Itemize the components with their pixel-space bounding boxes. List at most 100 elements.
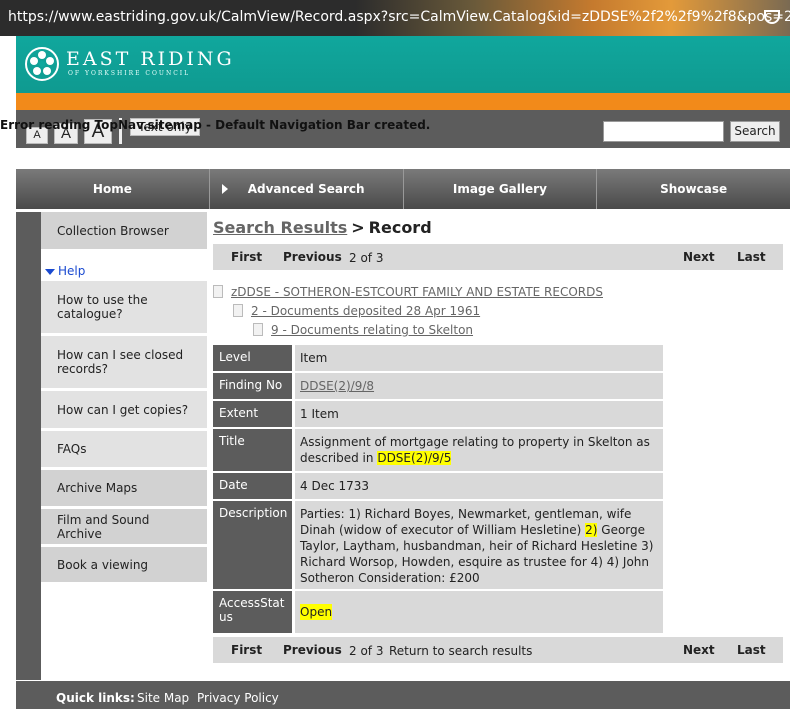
pager-count: 2 of 3 <box>349 644 384 658</box>
field-value: Parties: 1) Richard Boyes, Newmarket, ge… <box>295 501 663 589</box>
pager-first[interactable]: First <box>231 250 262 264</box>
sidebar: Collection Browser Help How to use the c… <box>41 212 207 585</box>
tree-item[interactable]: 2 - Documents deposited 28 Apr 1961 <box>213 301 783 320</box>
sidebar-item-how-to-use[interactable]: How to use the catalogue? <box>41 281 207 336</box>
record-row-level: Level Item <box>213 345 663 371</box>
url-text[interactable]: https://www.eastriding.gov.uk/CalmView/R… <box>8 9 790 25</box>
browser-url-bar[interactable]: https://www.eastriding.gov.uk/CalmView/R… <box>0 0 790 36</box>
nav-home[interactable]: Home <box>16 169 210 209</box>
site-subtitle: OF YORKSHIRE COUNCIL <box>68 70 191 77</box>
tree-link[interactable]: zDDSE - SOTHERON-ESTCOURT FAMILY AND EST… <box>231 285 603 299</box>
sidebar-item-label: Book a viewing <box>57 557 149 572</box>
footer-privacy-link[interactable]: Privacy Policy <box>197 691 279 705</box>
record-row-access-status: AccessStatus Open <box>213 591 663 633</box>
sidebar-item-film-sound[interactable]: Film and Sound Archive <box>41 509 207 547</box>
record-details: Level Item Finding No DDSE(2)/9/8 Extent… <box>213 345 663 635</box>
description-highlight: 2) <box>585 523 598 537</box>
field-value: Item <box>295 345 663 371</box>
footer-site-map-link[interactable]: Site Map <box>137 691 189 705</box>
field-label: Level <box>213 345 292 371</box>
sidebar-item-help[interactable]: Help <box>41 252 207 278</box>
breadcrumb-current: Record <box>368 218 432 237</box>
field-value: DDSE(2)/9/8 <box>295 373 663 399</box>
breadcrumb: Search Results > Record <box>213 212 783 244</box>
field-label: Extent <box>213 401 292 427</box>
tree-item[interactable]: zDDSE - SOTHERON-ESTCOURT FAMILY AND EST… <box>213 282 783 301</box>
field-label: AccessStatus <box>213 591 292 633</box>
sidebar-item-collection-browser[interactable]: Collection Browser <box>41 212 207 252</box>
document-icon <box>253 323 263 336</box>
error-message: Error reading TopNav.sitemap - Default N… <box>0 118 431 132</box>
pager-first[interactable]: First <box>231 643 262 657</box>
pager-next[interactable]: Next <box>683 250 715 264</box>
search-button[interactable]: Search <box>730 121 780 142</box>
sidebar-item-label: FAQs <box>57 442 87 456</box>
orange-stripe <box>16 93 790 110</box>
site-banner: EAST RIDING OF YORKSHIRE COUNCIL <box>16 36 790 93</box>
description-text-a: Parties: 1) Richard Boyes, Newmarket, ge… <box>300 507 632 537</box>
nav-showcase-label: Showcase <box>660 182 728 196</box>
main-content: Search Results > Record First Previous 2 o… <box>213 212 783 663</box>
sidebar-item-label: Archive Maps <box>57 481 138 495</box>
sidebar-item-label: How can I see closed records? <box>57 348 184 376</box>
field-value: Open <box>295 591 663 633</box>
top-navigation: Home Advanced Search Image Gallery Showc… <box>16 169 790 209</box>
pager-count: 2 of 3 <box>349 251 384 265</box>
sidebar-item-faqs[interactable]: FAQs <box>41 431 207 470</box>
sidebar-item-label: Help <box>58 264 86 278</box>
pager-last[interactable]: Last <box>737 250 766 264</box>
hierarchy-tree: zDDSE - SOTHERON-ESTCOURT FAMILY AND EST… <box>213 270 783 339</box>
field-value: 4 Dec 1733 <box>295 473 663 499</box>
quick-links-label: Quick links: <box>56 691 135 705</box>
nav-advanced-search[interactable]: Advanced Search <box>210 169 404 209</box>
record-row-title: Title Assignment of mortgage relating to… <box>213 429 663 471</box>
title-text: Assignment of mortgage relating to prope… <box>300 435 650 465</box>
nav-home-label: Home <box>92 182 132 196</box>
pager-previous[interactable]: Previous <box>283 643 342 657</box>
field-value: Assignment of mortgage relating to prope… <box>295 429 663 471</box>
pager-previous[interactable]: Previous <box>283 250 342 264</box>
left-strip <box>16 212 41 680</box>
tree-item[interactable]: 9 - Documents relating to Skelton <box>213 320 783 339</box>
pager-top: First Previous 2 of 3 Next Last <box>213 244 783 270</box>
footer: Quick links: Site Map Privacy Policy <box>16 681 790 709</box>
field-label: Title <box>213 429 292 471</box>
finding-no-link[interactable]: DDSE(2)/9/8 <box>300 379 374 393</box>
breadcrumb-separator: > <box>351 218 365 237</box>
access-status-value: Open <box>300 604 333 620</box>
record-row-date: Date 4 Dec 1733 <box>213 473 663 499</box>
expand-triangle-icon <box>221 184 228 194</box>
pager-bottom: First Previous 2 of 3 Return to search r… <box>213 637 783 663</box>
field-label: Date <box>213 473 292 499</box>
sidebar-item-closed-records[interactable]: How can I see closed records? <box>41 336 207 391</box>
nav-showcase[interactable]: Showcase <box>597 169 790 209</box>
search-input[interactable] <box>603 121 724 142</box>
field-label: Description <box>213 501 292 589</box>
title-reference-highlight: DDSE(2)/9/5 <box>377 451 452 465</box>
sidebar-item-archive-maps[interactable]: Archive Maps <box>41 470 207 509</box>
sidebar-item-label: How to use the catalogue? <box>57 293 148 321</box>
pager-next[interactable]: Next <box>683 643 715 657</box>
sidebar-item-label: How can I get copies? <box>57 402 189 417</box>
record-row-description: Description Parties: 1) Richard Boyes, N… <box>213 501 663 589</box>
record-row-finding-no: Finding No DDSE(2)/9/8 <box>213 373 663 399</box>
tree-link[interactable]: 2 - Documents deposited 28 Apr 1961 <box>251 304 480 318</box>
pager-last[interactable]: Last <box>737 643 766 657</box>
rose-logo-icon[interactable] <box>24 46 60 82</box>
return-to-search-results[interactable]: Return to search results <box>389 644 532 658</box>
sidebar-item-copies[interactable]: How can I get copies? <box>41 391 207 431</box>
nav-image-gallery[interactable]: Image Gallery <box>404 169 598 209</box>
record-row-extent: Extent 1 Item <box>213 401 663 427</box>
sidebar-item-book-viewing[interactable]: Book a viewing <box>41 547 207 585</box>
site-name[interactable]: EAST RIDING <box>66 48 235 70</box>
page-actions-menu-icon[interactable]: ⋯ <box>736 8 752 27</box>
document-icon <box>233 304 243 317</box>
nav-advanced-search-label: Advanced Search <box>247 182 365 196</box>
tree-link[interactable]: 9 - Documents relating to Skelton <box>271 323 473 337</box>
sidebar-item-label: Film and Sound Archive <box>57 512 150 541</box>
collapse-triangle-icon <box>45 269 55 275</box>
nav-image-gallery-label: Image Gallery <box>452 182 547 196</box>
sidebar-item-label: Collection Browser <box>57 223 169 238</box>
field-label: Finding No <box>213 373 292 399</box>
breadcrumb-search-results[interactable]: Search Results <box>213 218 347 237</box>
